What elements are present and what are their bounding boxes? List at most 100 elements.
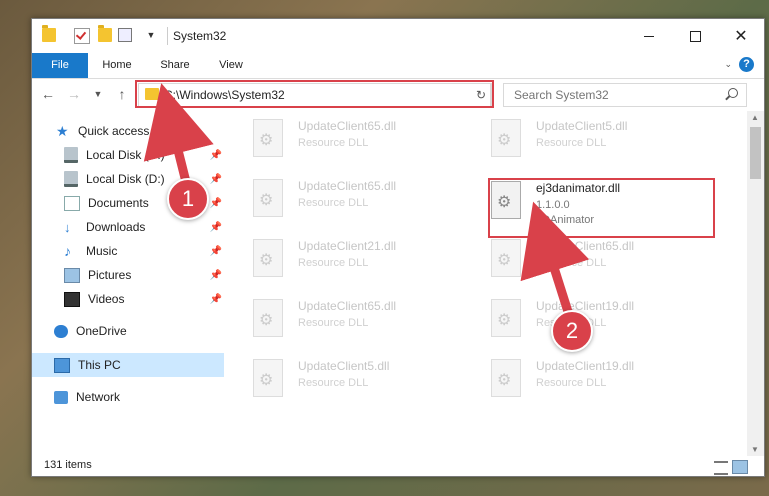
scroll-down-icon[interactable]: ▼ — [751, 445, 759, 454]
file-description: Resource DLL — [536, 257, 607, 269]
star-icon: ★ — [56, 122, 69, 139]
list-item[interactable]: UpdateClient65.dll Resource DLL — [463, 231, 683, 283]
sidebar-item-pictures[interactable]: Pictures 📌 — [64, 263, 222, 287]
title-separator — [167, 27, 168, 45]
file-description: Resource DLL — [298, 317, 369, 329]
sidebar-item-music[interactable]: ♪ Music 📌 — [64, 239, 222, 263]
sidebar-item-network[interactable]: Network — [54, 385, 222, 409]
sidebar-item-this-pc[interactable]: This PC — [54, 353, 222, 377]
file-name: UpdateClient65.dll — [298, 119, 397, 133]
cloud-icon — [54, 324, 68, 338]
list-item[interactable]: UpdateClient65.dll Resource DLL — [225, 171, 445, 223]
pin-icon[interactable]: 📌 — [210, 246, 222, 257]
help-icon[interactable]: ? — [739, 57, 754, 72]
ribbon-expand-icon[interactable]: ⌄ — [724, 59, 732, 70]
file-name: UpdateClient65.dll — [298, 299, 397, 313]
customize-view-icon[interactable] — [118, 28, 132, 42]
pin-icon[interactable]: 📌 — [210, 222, 222, 233]
tab-view[interactable]: View — [208, 53, 254, 78]
file-description: Resource DLL — [298, 377, 369, 389]
maximize-button[interactable] — [672, 19, 718, 53]
dll-file-icon — [491, 359, 521, 397]
vertical-scrollbar[interactable]: ▲ ▼ — [747, 111, 764, 456]
sidebar-item-label: Documents — [88, 196, 149, 210]
dll-file-icon — [253, 359, 283, 397]
sidebar-item-label: Music — [86, 244, 118, 258]
pin-icon[interactable]: 📌 — [210, 174, 222, 185]
minimize-icon — [644, 35, 654, 37]
tab-share[interactable]: Share — [152, 53, 198, 78]
recent-locations-icon[interactable]: ▼ — [90, 85, 106, 103]
sidebar-item-label: Videos — [88, 292, 125, 306]
file-name: UpdateClient5.dll — [536, 119, 628, 133]
pin-icon[interactable]: 📌 — [210, 294, 222, 305]
computer-icon — [54, 357, 70, 373]
up-button[interactable]: ↑ — [114, 85, 130, 103]
pin-icon[interactable]: 📌 — [210, 198, 222, 209]
sidebar-item-quick-access[interactable]: ★ Quick access — [56, 119, 224, 143]
dll-file-icon — [491, 119, 521, 157]
sidebar-item-label: Downloads — [86, 220, 146, 234]
large-icons-view-icon[interactable] — [732, 460, 748, 474]
sidebar-item-local-disk-c[interactable]: Local Disk (C:) 📌 — [64, 143, 222, 167]
sidebar-item-label: Local Disk (C:) — [86, 148, 165, 162]
folder-icon — [42, 25, 56, 42]
list-item[interactable]: UpdateClient5.dll Resource DLL — [225, 351, 445, 403]
list-item[interactable]: UpdateClient5.dll Resource DLL — [463, 111, 683, 163]
file-name: UpdateClient21.dll — [298, 239, 397, 253]
pin-icon[interactable]: 📌 — [210, 150, 222, 161]
search-input[interactable] — [512, 87, 716, 103]
tab-file[interactable]: File — [32, 53, 88, 78]
sidebar-item-label: Network — [76, 390, 121, 404]
title-bar: ▼ System32 ✕ — [32, 19, 764, 53]
new-folder-icon[interactable] — [98, 25, 112, 42]
back-button[interactable]: ← — [40, 85, 56, 103]
file-list: UpdateClient65.dll Resource DLL UpdateCl… — [225, 111, 745, 456]
callout-badge-2: 2 — [551, 310, 593, 352]
ribbon-tabs: File Home Share View ⌄ ? — [32, 53, 764, 79]
file-highlight-box — [488, 178, 715, 238]
address-highlight-box — [135, 80, 494, 108]
list-item[interactable]: UpdateClient21.dll Resource DLL — [225, 231, 445, 283]
picture-icon — [64, 267, 80, 283]
list-item[interactable]: UpdateClient19.dll Resource DLL — [463, 351, 683, 403]
network-icon — [54, 390, 68, 404]
explorer-window: ▼ System32 ✕ File Home Share View ⌄ ? ← … — [31, 18, 765, 477]
details-view-icon[interactable] — [714, 461, 728, 475]
search-box[interactable] — [503, 83, 747, 107]
dll-file-icon — [491, 239, 521, 277]
properties-check-icon[interactable] — [74, 28, 90, 44]
sidebar-item-onedrive[interactable]: OneDrive — [54, 319, 222, 343]
close-button[interactable]: ✕ — [718, 19, 764, 53]
file-description: Resource DLL — [298, 137, 369, 149]
close-icon: ✕ — [734, 28, 748, 45]
sidebar-item-videos[interactable]: Videos 📌 — [64, 287, 222, 311]
drive-icon — [64, 171, 78, 187]
scroll-up-icon[interactable]: ▲ — [751, 113, 759, 122]
file-name: UpdateClient19.dll — [536, 299, 635, 313]
file-description: Resource DLL — [298, 257, 369, 269]
window-title: System32 — [173, 29, 227, 43]
sidebar-item-downloads[interactable]: ↓ Downloads 📌 — [64, 215, 222, 239]
sidebar-item-label: OneDrive — [76, 324, 127, 338]
file-description: Resource DLL — [298, 197, 369, 209]
file-description: Resource DLL — [536, 377, 607, 389]
scroll-thumb[interactable] — [750, 127, 761, 179]
search-icon[interactable] — [728, 88, 738, 98]
file-name: UpdateClient65.dll — [298, 179, 397, 193]
item-count: 131 items — [44, 459, 92, 471]
quick-access-dropdown-icon[interactable]: ▼ — [144, 28, 158, 42]
download-icon: ↓ — [64, 219, 71, 235]
document-icon — [64, 195, 80, 211]
minimize-button[interactable] — [626, 19, 672, 53]
drive-icon — [64, 147, 78, 163]
list-item[interactable]: UpdateClient65.dll Resource DLL — [225, 111, 445, 163]
status-bar: 131 items — [32, 456, 764, 476]
callout-badge-1: 1 — [167, 178, 209, 220]
pin-icon[interactable]: 📌 — [210, 270, 222, 281]
tab-home[interactable]: Home — [94, 53, 140, 78]
dll-file-icon — [253, 299, 283, 337]
file-name: UpdateClient5.dll — [298, 359, 390, 373]
forward-button[interactable]: → — [66, 85, 82, 103]
list-item[interactable]: UpdateClient65.dll Resource DLL — [225, 291, 445, 343]
